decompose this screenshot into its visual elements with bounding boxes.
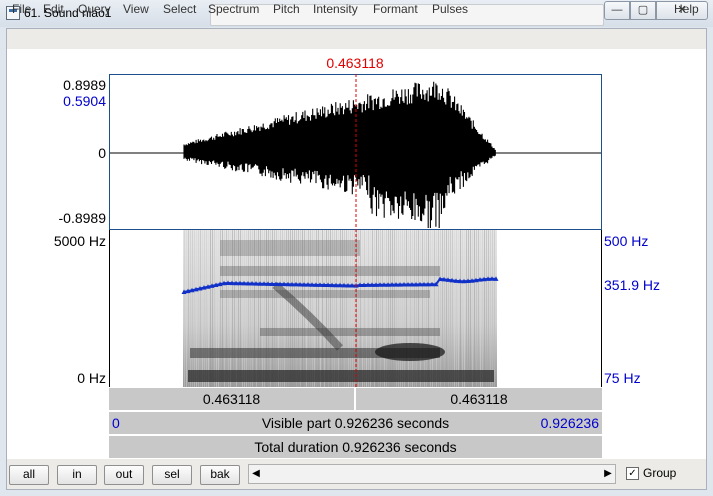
cursor-time-label: 0.463118 xyxy=(326,55,384,71)
waveform-y-zero: 0 xyxy=(98,145,106,161)
cursor-line xyxy=(355,74,357,388)
pitch-axis-min: 75 Hz xyxy=(604,370,641,386)
group-checkbox[interactable]: ✓ xyxy=(626,467,639,480)
menu-edit[interactable]: Edit xyxy=(43,2,64,16)
visible-part-label: Visible part 0.926236 seconds xyxy=(261,415,450,431)
time-bar-right[interactable]: 0.463118 xyxy=(356,388,602,410)
zoom-in-button[interactable]: in xyxy=(57,465,97,485)
spectrogram-freq-min: 0 Hz xyxy=(77,370,106,386)
time-bar-left[interactable]: 0.463118 xyxy=(109,388,355,410)
waveform-y-max: 0.8989 xyxy=(63,77,106,93)
pitch-cursor-value: 351.9 Hz xyxy=(604,277,661,293)
scroll-left-icon[interactable]: ◀ xyxy=(249,465,263,483)
zoom-all-button[interactable]: all xyxy=(9,465,49,485)
menu-select[interactable]: Select xyxy=(163,2,196,16)
menu-pitch[interactable]: Pitch xyxy=(273,2,300,16)
zoom-out-button[interactable]: out xyxy=(104,465,144,485)
visible-start-time: 0 xyxy=(112,415,120,431)
menu-bar xyxy=(7,29,706,48)
zoom-back-button[interactable]: bak xyxy=(200,465,240,485)
horizontal-scrollbar[interactable]: ◀ ▶ xyxy=(248,464,616,484)
menu-spectrum[interactable]: Spectrum xyxy=(208,2,259,16)
menu-help[interactable]: Help xyxy=(674,2,699,16)
minimize-button[interactable]: — xyxy=(604,1,630,20)
visible-end-time: 0.926236 xyxy=(540,415,599,431)
spectrogram-freq-max: 5000 Hz xyxy=(53,233,106,249)
zoom-selection-button[interactable]: sel xyxy=(152,465,192,485)
visible-part-bar[interactable]: 0 Visible part 0.926236 seconds 0.926236 xyxy=(109,412,602,434)
menu-view[interactable]: View xyxy=(123,2,149,16)
total-duration-bar[interactable]: Total duration 0.926236 seconds xyxy=(109,436,602,458)
menu-pulses[interactable]: Pulses xyxy=(432,2,468,16)
menu-formant[interactable]: Formant xyxy=(373,2,418,16)
menu-file[interactable]: File xyxy=(12,2,31,16)
pitch-axis-max: 500 Hz xyxy=(604,233,649,249)
maximize-button[interactable]: ▢ xyxy=(630,1,656,20)
scroll-right-icon[interactable]: ▶ xyxy=(601,465,615,483)
group-label: Group xyxy=(643,466,677,480)
waveform-y-cursor: 0.5904 xyxy=(63,93,106,109)
menu-query[interactable]: Query xyxy=(78,2,111,16)
waveform-y-min: -0.8989 xyxy=(58,210,106,226)
menu-intensity[interactable]: Intensity xyxy=(313,2,358,16)
